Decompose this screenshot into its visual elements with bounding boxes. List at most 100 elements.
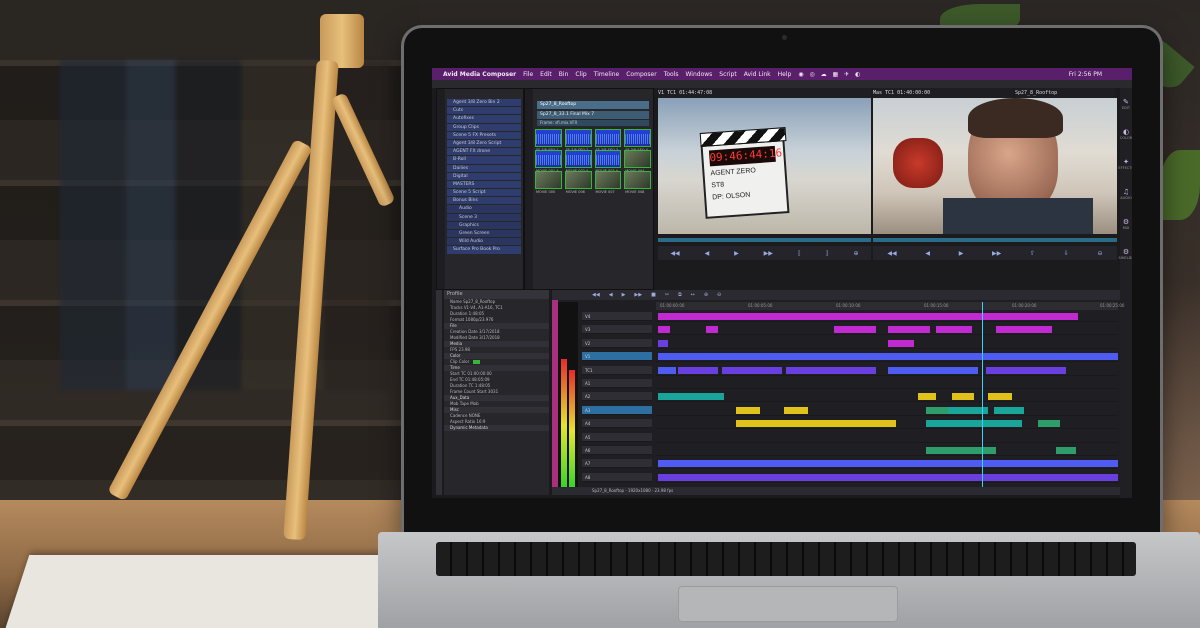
- track-lane[interactable]: [656, 312, 1118, 322]
- menu-app-name[interactable]: Avid Media Composer: [443, 71, 516, 78]
- bin-item[interactable]: Audio: [447, 205, 521, 213]
- track-header[interactable]: V1: [582, 352, 652, 362]
- clip-thumbnail[interactable]: MOVIE 003 A: [594, 150, 622, 173]
- bin-item[interactable]: Digital: [447, 172, 521, 180]
- record-monitor[interactable]: [873, 98, 1117, 234]
- bin-item[interactable]: Cuts: [447, 107, 521, 115]
- track-header[interactable]: A4: [582, 419, 652, 429]
- timeline-segment[interactable]: [918, 393, 936, 401]
- timeline-segment[interactable]: [736, 420, 896, 428]
- inspector-vtab[interactable]: [436, 290, 442, 495]
- track-lane[interactable]: [656, 379, 1118, 389]
- timeline-ruler[interactable]: 01:00:00:00 01:00:05:00 01:00:10:00 01:00:1…: [656, 302, 1124, 310]
- step-back-icon[interactable]: ◀: [705, 250, 710, 257]
- timeline-segment[interactable]: [658, 366, 676, 374]
- extract-icon[interactable]: ⇩: [1064, 250, 1069, 257]
- bin-item[interactable]: Bonus Bins: [447, 197, 521, 205]
- timeline-segment[interactable]: [952, 393, 974, 401]
- track-lane[interactable]: [656, 352, 1118, 363]
- timeline-segment[interactable]: [658, 339, 668, 347]
- workspace-effects[interactable]: ✦EFFECTS: [1118, 158, 1132, 170]
- clip-thumbnail[interactable]: MOVIE 004: [624, 150, 651, 173]
- timeline-segment[interactable]: [722, 366, 782, 374]
- timeline-segment[interactable]: [658, 313, 1078, 320]
- timeline-tool-icon[interactable]: ▶▶: [634, 292, 642, 298]
- timeline-tool-icon[interactable]: ⊕: [704, 292, 708, 298]
- bin-item[interactable]: Agent 3/8 Zero Bin 2: [447, 99, 521, 107]
- source-timecode[interactable]: V1 TC1 01:44:47:08: [658, 88, 871, 98]
- clip-thumbnail[interactable]: SF 3/8 SEQ 3: [594, 129, 622, 152]
- track-header[interactable]: V3: [582, 325, 652, 335]
- timeline-segment[interactable]: [988, 393, 1012, 401]
- track-lane[interactable]: [656, 392, 1118, 403]
- playhead[interactable]: [982, 302, 983, 492]
- timeline-segment[interactable]: [658, 353, 1118, 361]
- track-lane[interactable]: [656, 459, 1118, 470]
- workspace-shields[interactable]: ⚙ SHIELDS: [1119, 248, 1132, 260]
- sequence-item[interactable]: Sp27_8_33.1 Final Mix 7: [537, 111, 649, 119]
- track-lane[interactable]: [656, 419, 1118, 430]
- sequence-item[interactable]: Frame: sfi.mix.VFX: [537, 120, 649, 126]
- track-header[interactable]: V4: [582, 312, 652, 321]
- clip-thumbnail[interactable]: MOVIE 008: [624, 171, 651, 194]
- timeline-segment[interactable]: [936, 326, 972, 334]
- bin-item[interactable]: Group Clips: [447, 123, 521, 131]
- track-header[interactable]: V2: [582, 338, 652, 348]
- timeline-segment[interactable]: [888, 339, 914, 347]
- bin-item[interactable]: Scene 5 FX Presets: [447, 131, 521, 139]
- clip-thumbnail[interactable]: SF 3/8 SEQ 1: [535, 129, 562, 152]
- bin-item[interactable]: Scene 3: [447, 213, 521, 221]
- bin-item[interactable]: AGENT FX drone: [447, 148, 521, 156]
- menu-clip[interactable]: Clip: [575, 71, 586, 78]
- clip-thumbnail[interactable]: MOVIE 001 A: [535, 150, 562, 173]
- timeline-segment[interactable]: [706, 326, 718, 334]
- timeline-segment[interactable]: [786, 366, 876, 374]
- timeline-segment[interactable]: [658, 393, 724, 401]
- overwrite-icon[interactable]: ⊖: [1098, 250, 1103, 257]
- workspace-color[interactable]: ◐ COLOR: [1120, 128, 1132, 140]
- timeline-segment[interactable]: [658, 460, 1118, 468]
- record-sequence-name[interactable]: Sp27_8_Rooftop: [1015, 88, 1115, 98]
- timeline-panel[interactable]: ◀◀ ◀ ▶ ▶▶ ■ ✂ ⧉ ↔ ⊕ ⊖ 01:00:00:00 01:00:05:00 01:00…: [552, 290, 1124, 495]
- step-forward-icon[interactable]: ▶▶: [992, 250, 1001, 257]
- timeline-tool-icon[interactable]: ▶: [622, 292, 626, 298]
- track-lane[interactable]: [656, 339, 1118, 349]
- timeline-tool-icon[interactable]: ■: [651, 292, 656, 298]
- timeline-segment[interactable]: [888, 326, 930, 334]
- timeline-tool-icon[interactable]: ⧉: [678, 292, 682, 298]
- clip-thumbnail[interactable]: MOVIE 005: [535, 171, 562, 194]
- clip-thumbnail[interactable]: SF 3/8 SEQ 2: [564, 129, 592, 152]
- source-monitor[interactable]: 09:46:44:16 AGENT ZERO ST8 DP: OLSON: [658, 98, 871, 234]
- bin-item[interactable]: MASTERS: [447, 180, 521, 189]
- timeline-segment[interactable]: [784, 406, 808, 414]
- track-header[interactable]: A2: [582, 392, 652, 402]
- bin-item[interactable]: Dailies: [447, 164, 521, 172]
- bin-item[interactable]: Autofixes: [447, 115, 521, 123]
- menu-script[interactable]: Script: [719, 71, 736, 78]
- record-timecode[interactable]: Mas TC1 01:40:00:00: [873, 88, 1013, 98]
- bin-item[interactable]: Wild Audio: [447, 238, 521, 246]
- workspace-edit[interactable]: ✎ EDIT: [1122, 98, 1130, 110]
- timeline-segment[interactable]: [1038, 420, 1060, 428]
- play-icon[interactable]: ▶: [734, 250, 739, 257]
- menu-composer[interactable]: Composer: [626, 71, 656, 78]
- timeline-tool-icon[interactable]: ◀◀: [592, 292, 600, 298]
- track-lane[interactable]: [656, 406, 1118, 416]
- bin-item[interactable]: B-Roll: [447, 156, 521, 164]
- workspace-audio[interactable]: ♫ AUDIO: [1120, 188, 1131, 200]
- timeline-segment[interactable]: [658, 473, 1118, 481]
- menu-tools[interactable]: Tools: [664, 71, 679, 78]
- play-icon[interactable]: ▶: [959, 250, 964, 257]
- bin-item[interactable]: Green Screen: [447, 230, 521, 238]
- timeline-segment[interactable]: [994, 406, 1024, 414]
- lift-icon[interactable]: ⇧: [1030, 250, 1035, 257]
- source-scrub-bar[interactable]: [658, 238, 871, 242]
- menu-avid-link[interactable]: Avid Link: [744, 71, 771, 78]
- property-group[interactable]: Dynamic Metadata: [444, 425, 549, 431]
- menu-bin[interactable]: Bin: [559, 71, 569, 78]
- track-header[interactable]: A8: [582, 472, 652, 482]
- bin-item[interactable]: Graphics: [447, 221, 521, 229]
- timeline-segment[interactable]: [926, 406, 950, 414]
- rewind-icon[interactable]: ◀◀: [670, 250, 679, 257]
- clip-thumbnail[interactable]: MOVIE 006: [564, 171, 592, 194]
